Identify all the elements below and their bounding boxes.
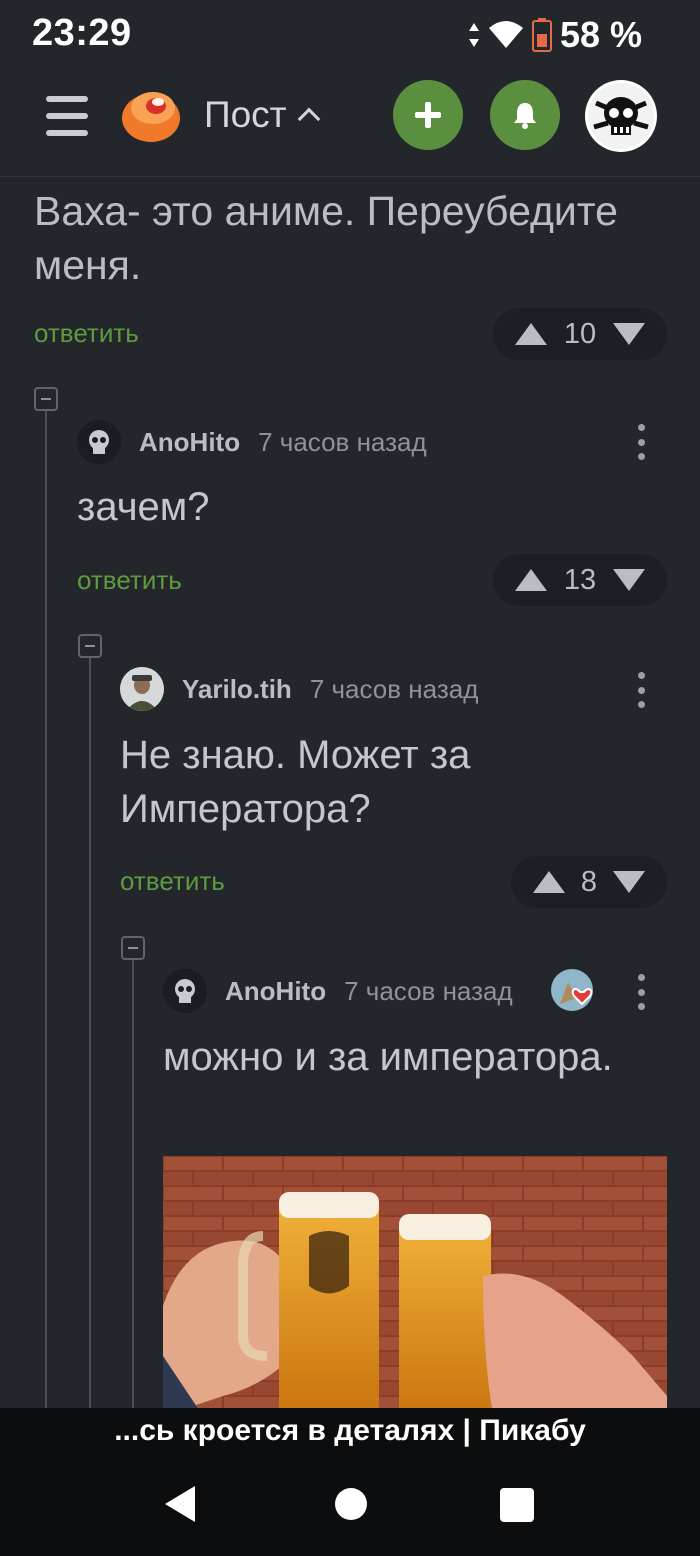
reply-link[interactable]: ответить <box>77 565 182 596</box>
battery-percent: 58 % <box>559 14 642 55</box>
skull-avatar-icon <box>588 83 654 149</box>
app-header: Пост <box>0 70 700 177</box>
hamburger-icon[interactable] <box>46 96 88 136</box>
skull-avatar-icon <box>77 420 121 464</box>
comment-author[interactable]: Yarilo.tih <box>182 674 292 705</box>
add-post-button[interactable] <box>393 80 463 150</box>
plus-icon <box>415 102 441 128</box>
upvote-icon[interactable] <box>533 871 565 893</box>
upvote-icon[interactable] <box>515 569 547 591</box>
header-title[interactable]: Пост <box>204 94 320 136</box>
more-options-icon[interactable] <box>637 672 645 708</box>
pikabu-logo[interactable] <box>120 84 182 144</box>
system-nav-bar <box>0 1458 700 1556</box>
thread-line[interactable] <box>89 658 91 1408</box>
comment-text: Не знаю. Может за Императора? <box>120 733 471 831</box>
notifications-button[interactable] <box>490 80 560 150</box>
comment-time: 7 часов назад <box>258 426 427 457</box>
comment-time: 7 часов назад <box>344 975 513 1006</box>
wifi-icon <box>488 21 523 48</box>
vote-control: 8 <box>511 856 667 908</box>
collapse-thread-button[interactable] <box>78 634 102 658</box>
beer-mugs-toast-image[interactable] <box>163 1156 667 1408</box>
collapse-thread-button[interactable] <box>34 387 58 411</box>
reply-link[interactable]: ответить <box>34 318 139 349</box>
reply-link[interactable]: ответить <box>120 866 225 897</box>
comment-header: Yarilo.tih 7 часов назад <box>120 666 478 712</box>
back-icon[interactable] <box>165 1486 195 1522</box>
downvote-icon[interactable] <box>612 871 645 893</box>
vote-count: 10 <box>563 317 597 350</box>
downvote-icon[interactable] <box>612 569 645 591</box>
status-bar: 23:29 58 % <box>0 0 700 70</box>
more-options-icon[interactable] <box>637 974 645 1010</box>
soldier-avatar-icon <box>120 667 164 711</box>
thread-line[interactable] <box>45 410 47 1408</box>
vote-count: 8 <box>580 865 598 898</box>
home-icon[interactable] <box>335 1488 367 1520</box>
upvote-icon[interactable] <box>515 323 547 345</box>
header-title-text: Пост <box>204 94 287 135</box>
status-time: 23:29 <box>32 12 132 54</box>
avatar[interactable] <box>77 420 121 464</box>
downvote-icon[interactable] <box>612 323 645 345</box>
thread-line[interactable] <box>132 960 134 1408</box>
skull-avatar-icon <box>163 969 207 1013</box>
comments-feed[interactable]: Ваха- это аниме. Переубедите меня. ответ… <box>0 178 700 1408</box>
user-avatar[interactable] <box>585 80 657 152</box>
status-icons: 58 % <box>468 14 642 56</box>
post-text: Ваха- это аниме. Переубедите меня. <box>34 188 618 288</box>
comment-header: AnoHito 7 часов назад <box>77 419 427 465</box>
avatar[interactable] <box>163 969 207 1013</box>
vote-count: 13 <box>563 563 597 596</box>
bell-icon <box>514 103 536 129</box>
award-heart-icon[interactable] <box>550 968 596 1014</box>
battery-icon <box>531 18 552 52</box>
comment-author[interactable]: AnoHito <box>225 976 326 1007</box>
data-arrows-icon <box>468 23 479 47</box>
vote-control: 13 <box>493 554 667 606</box>
comment-text: зачем? <box>77 485 210 529</box>
caret-up-icon <box>297 107 320 131</box>
vote-control: 10 <box>493 308 667 360</box>
comment-author[interactable]: AnoHito <box>139 427 240 458</box>
comment-header: AnoHito 7 часов назад <box>163 968 513 1014</box>
collapse-thread-button[interactable] <box>121 936 145 960</box>
comment-time: 7 часов назад <box>309 673 479 704</box>
comment-text: можно и за императора. <box>163 1035 613 1079</box>
recents-icon[interactable] <box>500 1488 534 1522</box>
more-options-icon[interactable] <box>637 424 645 460</box>
avatar[interactable] <box>120 667 164 711</box>
page-title-bar: ...сь кроется в деталях | Пикабу <box>0 1408 700 1458</box>
